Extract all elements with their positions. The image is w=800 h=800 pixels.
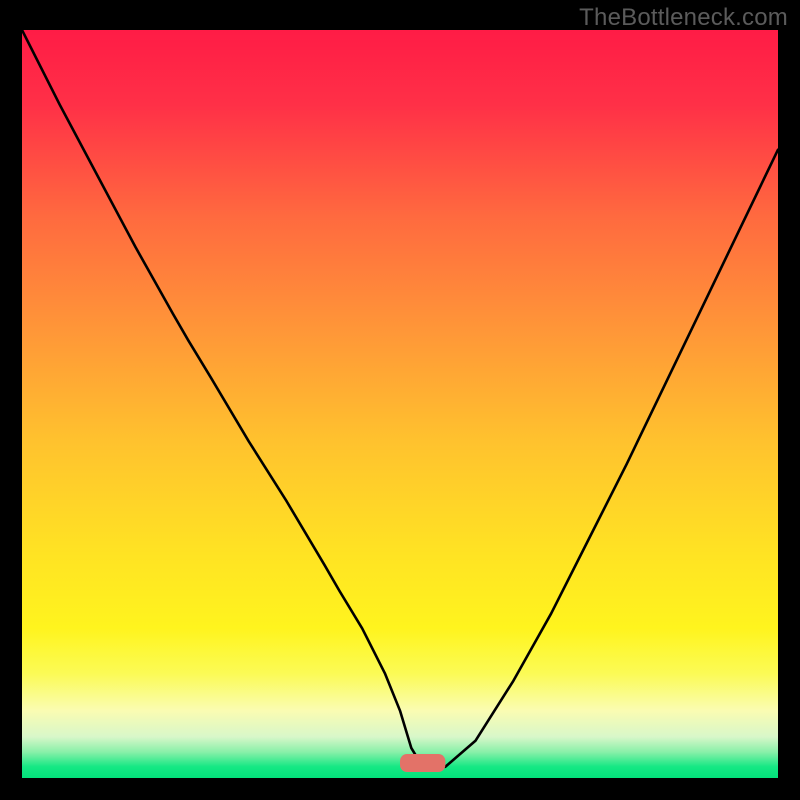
bottleneck-plot — [22, 30, 778, 778]
plot-svg — [22, 30, 778, 778]
optimal-marker — [400, 754, 445, 772]
chart-frame: TheBottleneck.com — [0, 0, 800, 800]
gradient-background — [22, 30, 778, 778]
attribution-text: TheBottleneck.com — [579, 4, 788, 32]
